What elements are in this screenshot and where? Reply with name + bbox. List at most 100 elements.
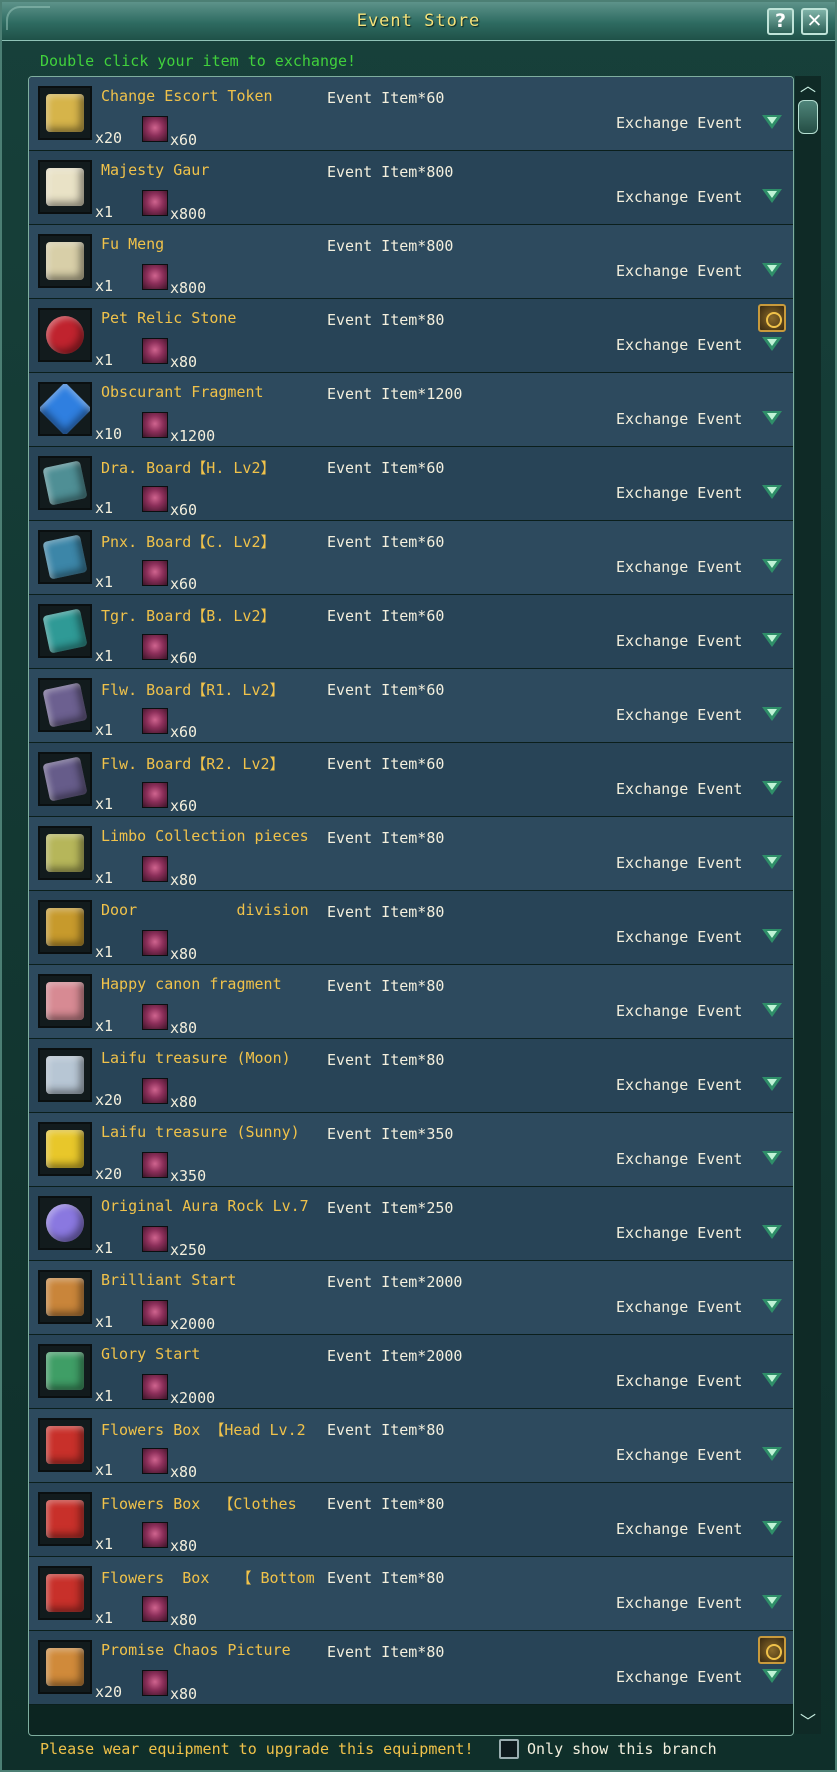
sun-treasure-icon[interactable] — [38, 1122, 92, 1176]
title-bar[interactable]: Event Store ? ✕ — [2, 2, 835, 41]
gift-box-icon[interactable] — [38, 1566, 92, 1620]
door-scroll-icon[interactable] — [38, 900, 92, 954]
item-row[interactable]: Pet Relic Stone x1 x80 Event Item*80 Exchang… — [29, 299, 793, 373]
board-icon[interactable] — [38, 752, 92, 806]
item-row[interactable]: Dra. Board【H. Lv2】 x1 x60 Event Item*60 Exch… — [29, 447, 793, 521]
exchange-event-button[interactable]: Exchange Event — [616, 1520, 742, 1538]
item-list[interactable]: Change Escort Token x20 x60 Event Item*60 Ex… — [28, 76, 794, 1736]
exchange-event-button[interactable]: Exchange Event — [616, 928, 742, 946]
scroll-down-button[interactable]: ﹀ — [797, 1712, 819, 1732]
item-row[interactable]: Brilliant Start x1 x2000 Event Item*2000 Exc… — [29, 1261, 793, 1335]
glory-ring-icon[interactable] — [38, 1344, 92, 1398]
canon-fragment-icon[interactable] — [38, 974, 92, 1028]
scroll-thumb[interactable] — [798, 100, 818, 134]
exchange-event-button[interactable]: Exchange Event — [616, 262, 742, 280]
chevron-down-icon[interactable] — [762, 1669, 782, 1687]
only-branch-checkbox[interactable] — [499, 1739, 519, 1759]
crystal-icon[interactable] — [38, 382, 92, 436]
item-row[interactable]: Obscurant Fragment x10 x1200 Event Item*120… — [29, 373, 793, 447]
chevron-down-icon[interactable] — [762, 1151, 782, 1169]
moon-treasure-icon[interactable] — [38, 1048, 92, 1102]
chevron-down-icon[interactable] — [762, 485, 782, 503]
item-row[interactable]: Flowers Box 【Clothes x1 x80 Event Item*80 Ex… — [29, 1483, 793, 1557]
relic-stone-icon[interactable] — [38, 308, 92, 362]
chevron-down-icon[interactable] — [762, 1521, 782, 1539]
item-row[interactable]: Fu Meng x1 x800 Event Item*800 Exchange Even… — [29, 225, 793, 299]
chevron-down-icon[interactable] — [762, 411, 782, 429]
exchange-event-button[interactable]: Exchange Event — [616, 1372, 742, 1390]
chevron-down-icon[interactable] — [762, 781, 782, 799]
exchange-event-button[interactable]: Exchange Event — [616, 632, 742, 650]
chevron-down-icon[interactable] — [762, 855, 782, 873]
item-row[interactable]: Laifu treasure (Moon) x20 x80 Event Item*80… — [29, 1039, 793, 1113]
exchange-event-button[interactable]: Exchange Event — [616, 1668, 742, 1686]
event-item-icon — [142, 1226, 168, 1252]
item-row[interactable]: Majesty Gaur x1 x800 Event Item*800 Exchange… — [29, 151, 793, 225]
exchange-event-button[interactable]: Exchange Event — [616, 1076, 742, 1094]
item-row[interactable]: Happy canon fragment x1 x80 Event Item*80 Ex… — [29, 965, 793, 1039]
item-row[interactable]: Tgr. Board【B. Lv2】 x1 x60 Event Item*60 Exch… — [29, 595, 793, 669]
chevron-down-icon[interactable] — [762, 263, 782, 281]
chevron-down-icon[interactable] — [762, 1373, 782, 1391]
exchange-event-button[interactable]: Exchange Event — [616, 1446, 742, 1464]
item-name: Flowers Box 【Head Lv.2 — [101, 1421, 306, 1439]
item-name: Pet Relic Stone — [101, 309, 237, 327]
item-row[interactable]: Flw. Board【R2. Lv2】 x1 x60 Event Item*60 Exc… — [29, 743, 793, 817]
chevron-down-icon[interactable] — [762, 633, 782, 651]
board-icon[interactable] — [38, 678, 92, 732]
exchange-event-button[interactable]: Exchange Event — [616, 706, 742, 724]
exchange-event-button[interactable]: Exchange Event — [616, 780, 742, 798]
item-row[interactable]: Glory Start x1 x2000 Event Item*2000 Exchang… — [29, 1335, 793, 1409]
gaur-mount-icon[interactable] — [38, 160, 92, 214]
exchange-event-button[interactable]: Exchange Event — [616, 114, 742, 132]
gift-box-icon[interactable] — [38, 1492, 92, 1546]
exchange-event-button[interactable]: Exchange Event — [616, 1150, 742, 1168]
item-row[interactable]: Flowers Box 【 Bottom x1 x80 Event Item*80 Ex… — [29, 1557, 793, 1631]
chevron-down-icon[interactable] — [762, 189, 782, 207]
gift-box-icon[interactable] — [38, 1418, 92, 1472]
fu-meng-mount-icon[interactable] — [38, 234, 92, 288]
exchange-event-button[interactable]: Exchange Event — [616, 1002, 742, 1020]
exchange-event-button[interactable]: Exchange Event — [616, 854, 742, 872]
token-icon[interactable] — [38, 86, 92, 140]
chevron-down-icon[interactable] — [762, 337, 782, 355]
item-row[interactable]: Limbo Collection pieces x1 x80 Event Item*8… — [29, 817, 793, 891]
leaf-pieces-icon[interactable] — [38, 826, 92, 880]
board-icon[interactable] — [38, 456, 92, 510]
aura-rock-icon[interactable] — [38, 1196, 92, 1250]
chaos-picture-icon[interactable] — [38, 1640, 92, 1694]
scrollbar[interactable]: ︿ ﹀ — [795, 76, 821, 1734]
chevron-down-icon[interactable] — [762, 1003, 782, 1021]
chevron-down-icon[interactable] — [762, 1077, 782, 1095]
exchange-event-button[interactable]: Exchange Event — [616, 484, 742, 502]
close-button[interactable]: ✕ — [801, 8, 828, 35]
item-row[interactable]: Original Aura Rock Lv.7 x1 x250 Event Item*… — [29, 1187, 793, 1261]
item-row[interactable]: Door division x1 x80 Event Item*80 Exchange … — [29, 891, 793, 965]
chevron-down-icon[interactable] — [762, 1595, 782, 1613]
item-row[interactable]: Change Escort Token x20 x60 Event Item*60 Ex… — [29, 77, 793, 151]
scroll-up-button[interactable]: ︿ — [797, 76, 819, 96]
item-row[interactable]: Pnx. Board【C. Lv2】 x1 x60 Event Item*60 Exch… — [29, 521, 793, 595]
chevron-down-icon[interactable] — [762, 559, 782, 577]
exchange-event-button[interactable]: Exchange Event — [616, 410, 742, 428]
chevron-down-icon[interactable] — [762, 115, 782, 133]
exchange-event-button[interactable]: Exchange Event — [616, 558, 742, 576]
item-row[interactable]: Promise Chaos Picture x20 x80 Event Item*80… — [29, 1631, 793, 1705]
help-button[interactable]: ? — [767, 8, 794, 35]
exchange-event-button[interactable]: Exchange Event — [616, 188, 742, 206]
exchange-event-button[interactable]: Exchange Event — [616, 336, 742, 354]
board-icon[interactable] — [38, 604, 92, 658]
chevron-down-icon[interactable] — [762, 1299, 782, 1317]
chevron-down-icon[interactable] — [762, 929, 782, 947]
exchange-event-button[interactable]: Exchange Event — [616, 1224, 742, 1242]
item-row[interactable]: Flw. Board【R1. Lv2】 x1 x60 Event Item*60 Exc… — [29, 669, 793, 743]
chevron-down-icon[interactable] — [762, 1225, 782, 1243]
item-row[interactable]: Laifu treasure (Sunny) x20 x350 Event Item*… — [29, 1113, 793, 1187]
exchange-event-button[interactable]: Exchange Event — [616, 1594, 742, 1612]
item-row[interactable]: Flowers Box 【Head Lv.2 x1 x80 Event Item*80… — [29, 1409, 793, 1483]
chevron-down-icon[interactable] — [762, 707, 782, 725]
board-icon[interactable] — [38, 530, 92, 584]
exchange-event-button[interactable]: Exchange Event — [616, 1298, 742, 1316]
brilliant-ring-icon[interactable] — [38, 1270, 92, 1324]
chevron-down-icon[interactable] — [762, 1447, 782, 1465]
